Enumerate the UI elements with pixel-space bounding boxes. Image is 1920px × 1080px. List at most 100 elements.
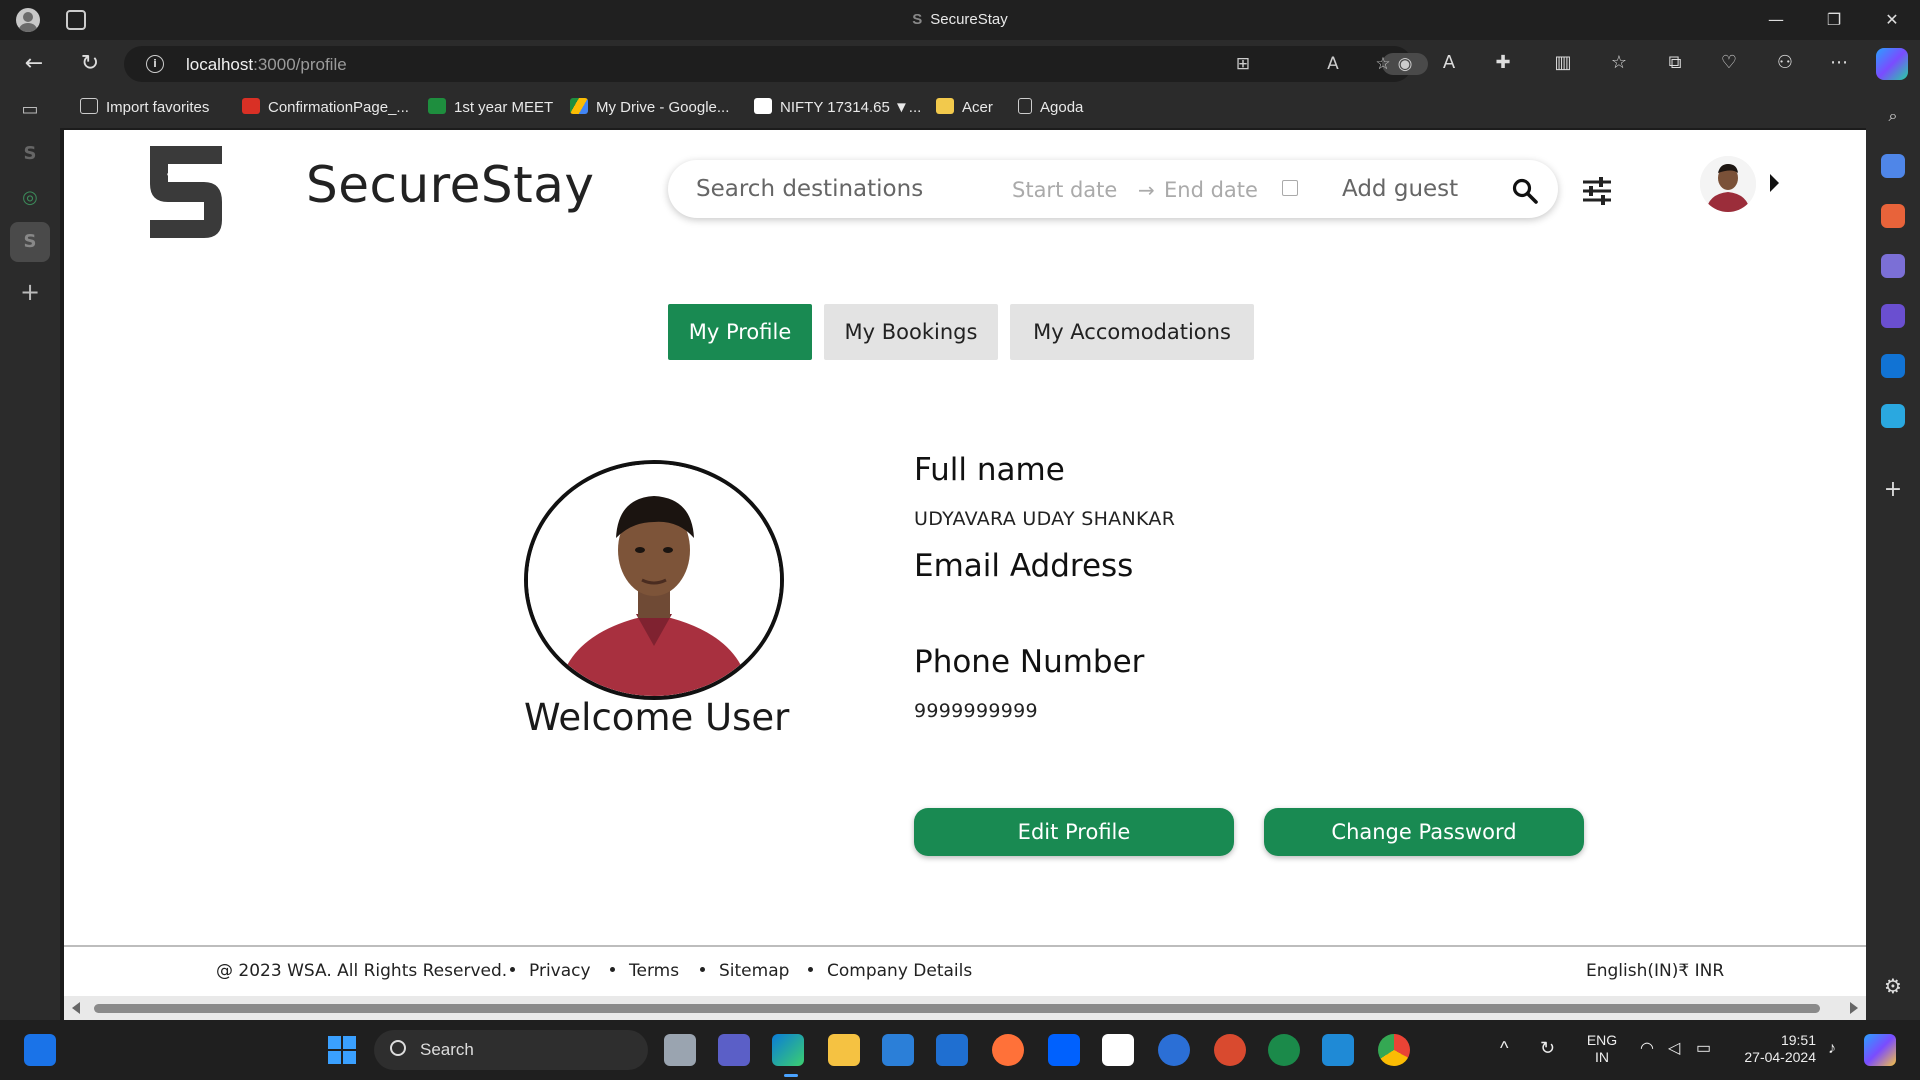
extensions-icon[interactable]: ✚ bbox=[1490, 50, 1516, 76]
copilot-taskbar-icon[interactable] bbox=[1864, 1034, 1896, 1066]
file-explorer-icon[interactable] bbox=[828, 1034, 860, 1066]
date-range-arrow-icon: → bbox=[1138, 178, 1155, 202]
favorite-nifty[interactable]: NIFTY 17314.65 ▼... bbox=[754, 98, 921, 116]
tab-my-bookings[interactable]: My Bookings bbox=[824, 304, 998, 360]
url-text[interactable]: localhost:3000/profile bbox=[186, 55, 347, 75]
locale-currency-selector[interactable]: English(IN)₹ INR bbox=[1586, 961, 1724, 981]
new-tab-icon[interactable]: + bbox=[18, 280, 42, 304]
bullet-icon bbox=[510, 967, 515, 972]
windows-start-icon[interactable] bbox=[326, 1034, 358, 1066]
minimize-button[interactable]: — bbox=[1764, 8, 1788, 32]
widgets-icon[interactable] bbox=[24, 1034, 56, 1066]
sidebar-games-icon[interactable] bbox=[1881, 254, 1905, 278]
notification-bell-icon[interactable]: ♪ bbox=[1828, 1040, 1836, 1057]
tray-overflow-icon[interactable]: ^ bbox=[1500, 1039, 1508, 1057]
teams-icon[interactable] bbox=[718, 1034, 750, 1066]
horizontal-scrollbar[interactable] bbox=[64, 996, 1866, 1020]
calendar-icon[interactable] bbox=[1282, 180, 1298, 196]
favorite-confirmation-page[interactable]: ConfirmationPage_... bbox=[242, 98, 409, 116]
language-indicator[interactable]: ENG IN bbox=[1584, 1032, 1620, 1066]
browser-essentials-icon[interactable]: ♡ bbox=[1716, 50, 1742, 76]
sidebar-copilot-icon[interactable] bbox=[1881, 304, 1905, 328]
chrome-icon[interactable] bbox=[1378, 1034, 1410, 1066]
scrollbar-thumb[interactable] bbox=[94, 1004, 1820, 1013]
browser-title-bar: S SecureStay — ❐ ✕ bbox=[0, 0, 1920, 40]
sidebar-drop-icon[interactable] bbox=[1881, 404, 1905, 428]
sidebar-add-icon[interactable]: + bbox=[1881, 478, 1905, 502]
vscode-icon[interactable] bbox=[1322, 1034, 1354, 1066]
edge-icon[interactable] bbox=[772, 1034, 804, 1066]
clock[interactable]: 19:51 27-04-2024 bbox=[1730, 1032, 1816, 1066]
scroll-right-icon[interactable] bbox=[1850, 1002, 1858, 1014]
change-password-button[interactable]: Change Password bbox=[1264, 808, 1584, 856]
tab-my-profile[interactable]: My Profile bbox=[668, 304, 812, 360]
tab-securestay-active-icon[interactable]: S bbox=[18, 230, 42, 254]
task-view-icon[interactable] bbox=[664, 1034, 696, 1066]
close-window-button[interactable]: ✕ bbox=[1880, 8, 1904, 32]
tab-panel-icon[interactable]: ▭ bbox=[18, 98, 42, 122]
tab-chatgpt-icon[interactable]: ◎ bbox=[18, 186, 42, 210]
feedback-icon[interactable]: ⚇ bbox=[1772, 50, 1798, 76]
battery-icon[interactable]: ▭ bbox=[1696, 1040, 1711, 1057]
edit-profile-button[interactable]: Edit Profile bbox=[914, 808, 1234, 856]
dropbox-icon[interactable] bbox=[1048, 1034, 1080, 1066]
filter-sliders-icon[interactable] bbox=[1582, 176, 1612, 206]
scroll-left-icon[interactable] bbox=[72, 1002, 80, 1014]
taskbar-search-icon bbox=[390, 1040, 406, 1056]
securestay-logo[interactable] bbox=[142, 142, 226, 242]
favorite-agoda[interactable]: Agoda bbox=[1018, 98, 1083, 116]
sidebar-outlook-icon[interactable] bbox=[1881, 354, 1905, 378]
destination-input[interactable]: Search destinations bbox=[696, 176, 923, 202]
site-info-icon[interactable]: i bbox=[146, 55, 164, 73]
favorite-drive[interactable]: My Drive - Google... bbox=[570, 98, 729, 116]
edge-sidebar: ⌕ + ⚙ bbox=[1866, 88, 1920, 1020]
footer-link-terms[interactable]: Terms bbox=[610, 961, 679, 981]
volume-icon[interactable]: ◁ bbox=[1668, 1040, 1680, 1057]
brand-name[interactable]: SecureStay bbox=[306, 156, 594, 214]
sidebar-settings-icon[interactable]: ⚙ bbox=[1881, 974, 1905, 998]
read-aloud-icon[interactable]: A bbox=[1322, 53, 1344, 75]
address-bar[interactable]: i localhost:3000/profile ⊞ ◉ A ☆ bbox=[124, 46, 1428, 82]
user-avatar[interactable] bbox=[1700, 156, 1756, 212]
favorite-acer[interactable]: Acer bbox=[936, 98, 993, 116]
footer-link-sitemap[interactable]: Sitemap bbox=[700, 961, 789, 981]
favorite-star-icon[interactable]: ☆ bbox=[1372, 53, 1394, 75]
translate-icon[interactable]: A bbox=[1436, 50, 1462, 76]
tab-my-accomodations[interactable]: My Accomodations bbox=[1010, 304, 1254, 360]
footer-link-privacy[interactable]: Privacy bbox=[510, 961, 591, 981]
favorite-import[interactable]: Import favorites bbox=[80, 98, 209, 116]
tray-sync-icon[interactable]: ↻ bbox=[1540, 1039, 1555, 1057]
search-icon[interactable] bbox=[1512, 178, 1538, 204]
app-available-icon[interactable]: ⊞ bbox=[1232, 53, 1254, 75]
start-date-input[interactable]: Start date bbox=[1012, 178, 1117, 202]
add-guest-input[interactable]: Add guest bbox=[1342, 176, 1458, 202]
favorite-meet[interactable]: 1st year MEET bbox=[428, 98, 553, 116]
mongodb-icon[interactable] bbox=[1268, 1034, 1300, 1066]
sidebar-shopping-icon[interactable] bbox=[1881, 154, 1905, 178]
back-button[interactable]: ← bbox=[20, 50, 48, 78]
collections-icon[interactable]: ⧉ bbox=[1662, 50, 1688, 76]
firefox-icon[interactable] bbox=[992, 1034, 1024, 1066]
amazon-icon[interactable] bbox=[1102, 1034, 1134, 1066]
footer-link-company-details[interactable]: Company Details bbox=[808, 961, 972, 981]
favorites-icon[interactable]: ☆ bbox=[1606, 50, 1632, 76]
email-label: Email Address bbox=[914, 548, 1134, 584]
tab-securestay-icon[interactable]: S bbox=[18, 142, 42, 166]
ms-store-icon[interactable] bbox=[882, 1034, 914, 1066]
sidebar-tools-icon[interactable] bbox=[1881, 204, 1905, 228]
welcome-heading: Welcome User bbox=[524, 696, 790, 739]
sync-app-icon[interactable] bbox=[1158, 1034, 1190, 1066]
taskbar-search[interactable]: Search bbox=[374, 1030, 648, 1070]
restore-button[interactable]: ❐ bbox=[1822, 8, 1846, 32]
end-date-input[interactable]: End date bbox=[1164, 178, 1258, 202]
sidebar-search-icon[interactable]: ⌕ bbox=[1881, 104, 1905, 128]
refresh-button[interactable]: ↻ bbox=[76, 50, 104, 78]
mail-icon[interactable] bbox=[936, 1034, 968, 1066]
user-menu-caret-icon[interactable] bbox=[1770, 174, 1779, 192]
copilot-icon[interactable] bbox=[1876, 48, 1908, 80]
wps-office-icon[interactable] bbox=[1214, 1034, 1246, 1066]
settings-more-icon[interactable]: ⋯ bbox=[1826, 50, 1852, 76]
wifi-icon[interactable]: ◠ bbox=[1640, 1040, 1654, 1057]
split-screen-icon[interactable]: ▥ bbox=[1550, 50, 1576, 76]
site-favicon-icon: S bbox=[912, 11, 923, 28]
